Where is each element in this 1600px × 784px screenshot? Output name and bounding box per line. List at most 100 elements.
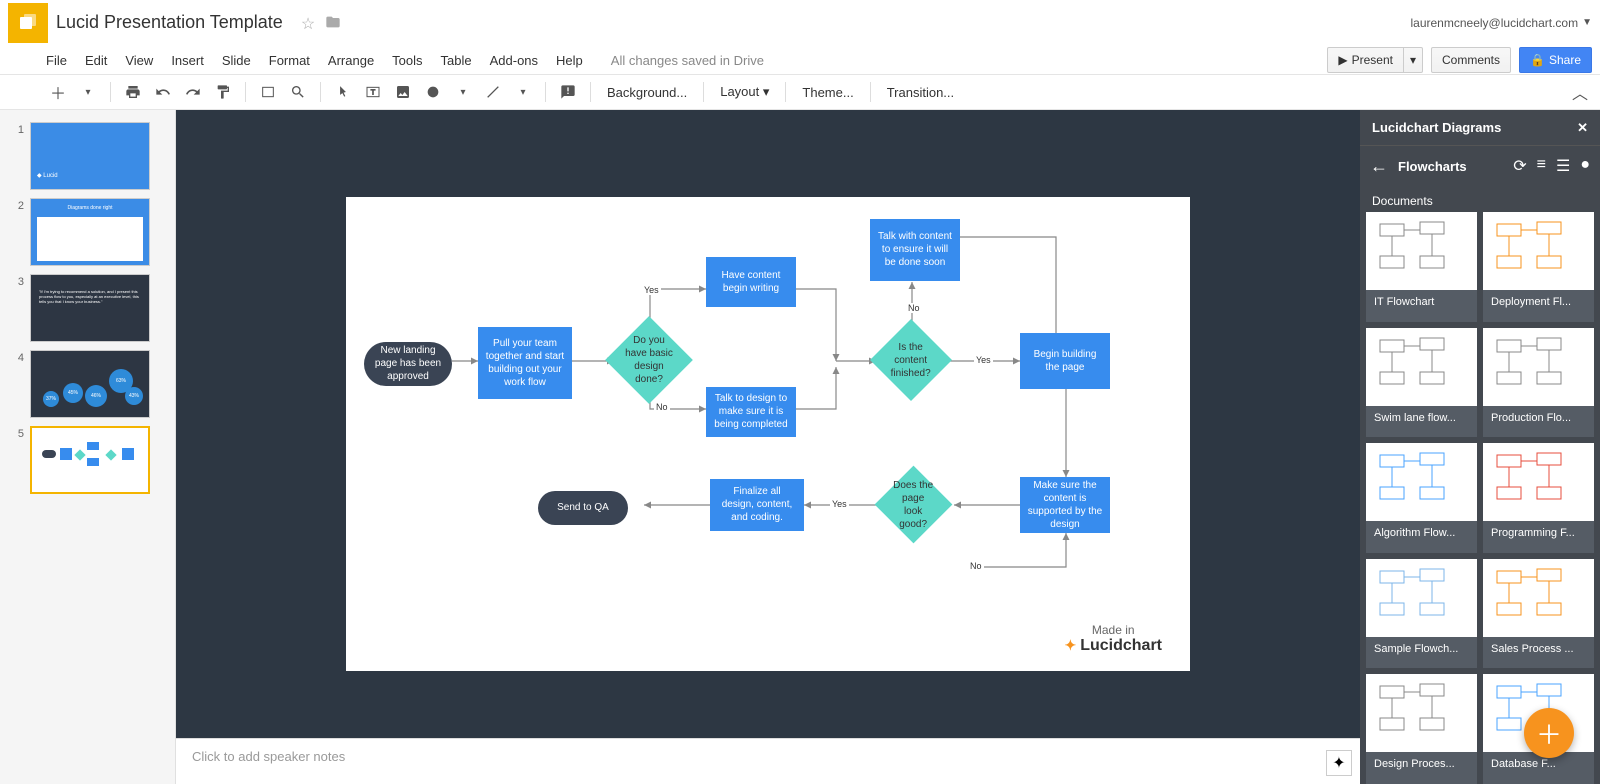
shape-icon[interactable] — [421, 80, 445, 104]
collapse-toolbar-icon[interactable]: ︿ — [1568, 80, 1592, 104]
menu-file[interactable]: File — [46, 53, 67, 68]
sidebar-card-label: Programming F... — [1483, 521, 1594, 545]
comment-icon[interactable] — [556, 80, 580, 104]
current-slide[interactable]: New landing page has been approved Pull … — [346, 197, 1190, 671]
user-email[interactable]: laurenmcneely@lucidchart.com — [1411, 16, 1579, 30]
menu-view[interactable]: View — [125, 53, 153, 68]
menu-bar: File Edit View Insert Slide Format Arran… — [0, 46, 1600, 74]
sort-icon[interactable]: ≡ — [1537, 156, 1546, 176]
slide-thumbnails: 1 ◆ Lucid 2 Diagrams done right 3 "If I'm t… — [0, 110, 176, 784]
menu-insert[interactable]: Insert — [171, 53, 204, 68]
lucidchart-branding: Made in ✦Lucidchart — [1064, 623, 1162, 655]
sidebar-card[interactable]: Sales Process ... — [1483, 559, 1594, 669]
doc-header: Lucid Presentation Template ☆ laurenmcne… — [0, 0, 1600, 46]
sidebar-card[interactable]: Sample Flowch... — [1366, 559, 1477, 669]
sidebar-card-label: Sample Flowch... — [1366, 637, 1477, 661]
menu-addons[interactable]: Add-ons — [490, 53, 538, 68]
paint-format-icon[interactable] — [211, 80, 235, 104]
thumb-number: 3 — [8, 276, 24, 288]
node-finalize: Finalize all design, content, and coding… — [710, 479, 804, 531]
node-build-page: Begin building the page — [1020, 333, 1110, 389]
sidebar-header: Lucidchart Diagrams ✕ — [1360, 110, 1600, 146]
list-icon[interactable]: ☰ — [1556, 156, 1570, 176]
sidebar-card[interactable]: Design Proces... — [1366, 674, 1477, 784]
lock-icon: 🔒 — [1530, 53, 1545, 67]
play-icon: ▶ — [1338, 53, 1347, 67]
node-decision-design: Do you have basic design done? — [605, 316, 693, 404]
shape-dropdown[interactable]: ▾ — [451, 80, 475, 104]
slide-thumb-3[interactable]: "If I'm trying to recommend a solution, … — [30, 274, 150, 342]
thumb-number: 2 — [8, 200, 24, 212]
redo-icon[interactable] — [181, 80, 205, 104]
sidebar-card-label: Design Proces... — [1366, 752, 1477, 776]
edge-label: Yes — [830, 499, 849, 509]
menu-slide[interactable]: Slide — [222, 53, 251, 68]
explore-button[interactable]: ✦ — [1326, 750, 1352, 776]
line-dropdown[interactable]: ▾ — [511, 80, 535, 104]
sidebar-card[interactable]: Algorithm Flow... — [1366, 443, 1477, 553]
sidebar-card-label: Swim lane flow... — [1366, 406, 1477, 430]
node-talk-content: Talk with content to ensure it will be d… — [870, 219, 960, 281]
slide-thumb-2[interactable]: Diagrams done right — [30, 198, 150, 266]
node-decision-look: Does the page look good? — [875, 465, 953, 543]
node-content-write: Have content begin writing — [706, 257, 796, 307]
select-icon[interactable] — [331, 80, 355, 104]
menu-help[interactable]: Help — [556, 53, 583, 68]
node-qa: Send to QA — [538, 491, 628, 525]
fit-icon[interactable] — [256, 80, 280, 104]
new-slide-button[interactable]: ＋ — [46, 80, 70, 104]
slide-thumb-4[interactable]: 37% 45% 46% 63% 43% — [30, 350, 150, 418]
menu-arrange[interactable]: Arrange — [328, 53, 374, 68]
node-support-design: Make sure the content is supported by th… — [1020, 477, 1110, 533]
slide-thumb-1[interactable]: ◆ Lucid — [30, 122, 150, 190]
edge-label: No — [968, 561, 984, 571]
close-icon[interactable]: ✕ — [1577, 120, 1588, 136]
print-icon[interactable] — [121, 80, 145, 104]
undo-icon[interactable] — [151, 80, 175, 104]
sidebar-card[interactable]: Production Flo... — [1483, 328, 1594, 438]
theme-button[interactable]: Theme... — [796, 85, 859, 100]
sidebar-card[interactable]: IT Flowchart — [1366, 212, 1477, 322]
back-icon[interactable]: ← — [1370, 156, 1388, 177]
comments-button[interactable]: Comments — [1431, 47, 1511, 73]
edge-label: Yes — [642, 285, 661, 295]
node-pull-team: Pull your team together and start buildi… — [478, 327, 572, 399]
edge-label: Yes — [974, 355, 993, 365]
account-dropdown-icon[interactable]: ▼ — [1582, 17, 1592, 28]
fab-add-button[interactable]: ＋ — [1524, 708, 1574, 758]
toolbar: ＋ ▾ T ▾ ▾ Background... Layout ▾ Theme..… — [0, 74, 1600, 110]
edge-label: No — [906, 303, 922, 313]
menu-table[interactable]: Table — [441, 53, 472, 68]
star-icon[interactable]: ☆ — [301, 14, 319, 32]
layout-button[interactable]: Layout ▾ — [714, 84, 775, 100]
image-icon[interactable] — [391, 80, 415, 104]
present-button[interactable]: ▶Present — [1327, 47, 1404, 73]
account-icon[interactable]: ● — [1580, 156, 1590, 176]
thumb-number: 1 — [8, 124, 24, 136]
menu-edit[interactable]: Edit — [85, 53, 107, 68]
move-to-drive-icon[interactable] — [325, 14, 343, 32]
new-slide-dropdown[interactable]: ▾ — [76, 80, 100, 104]
slides-logo[interactable] — [8, 3, 48, 43]
background-button[interactable]: Background... — [601, 85, 693, 100]
sidebar-card[interactable]: Swim lane flow... — [1366, 328, 1477, 438]
transition-button[interactable]: Transition... — [881, 85, 960, 100]
slide-thumb-5[interactable] — [30, 426, 150, 494]
zoom-icon[interactable] — [286, 80, 310, 104]
refresh-icon[interactable]: ⟳ — [1513, 156, 1526, 176]
sidebar-card-label: Deployment Fl... — [1483, 290, 1594, 314]
sidebar-card[interactable]: Deployment Fl... — [1483, 212, 1594, 322]
speaker-notes[interactable]: Click to add speaker notes — [176, 738, 1360, 784]
share-button[interactable]: 🔒Share — [1519, 47, 1592, 73]
line-icon[interactable] — [481, 80, 505, 104]
slide-canvas[interactable]: New landing page has been approved Pull … — [176, 110, 1360, 784]
textbox-icon[interactable]: T — [361, 80, 385, 104]
present-dropdown[interactable]: ▾ — [1404, 47, 1423, 73]
menu-tools[interactable]: Tools — [392, 53, 422, 68]
sidebar-card[interactable]: Programming F... — [1483, 443, 1594, 553]
sidebar-section-label: Documents — [1360, 186, 1600, 212]
menu-format[interactable]: Format — [269, 53, 310, 68]
node-talk-design: Talk to design to make sure it is being … — [706, 387, 796, 437]
document-title[interactable]: Lucid Presentation Template — [56, 12, 283, 33]
lucidchart-sidebar: Lucidchart Diagrams ✕ ← Flowcharts ⟳ ≡ ☰… — [1360, 110, 1600, 784]
